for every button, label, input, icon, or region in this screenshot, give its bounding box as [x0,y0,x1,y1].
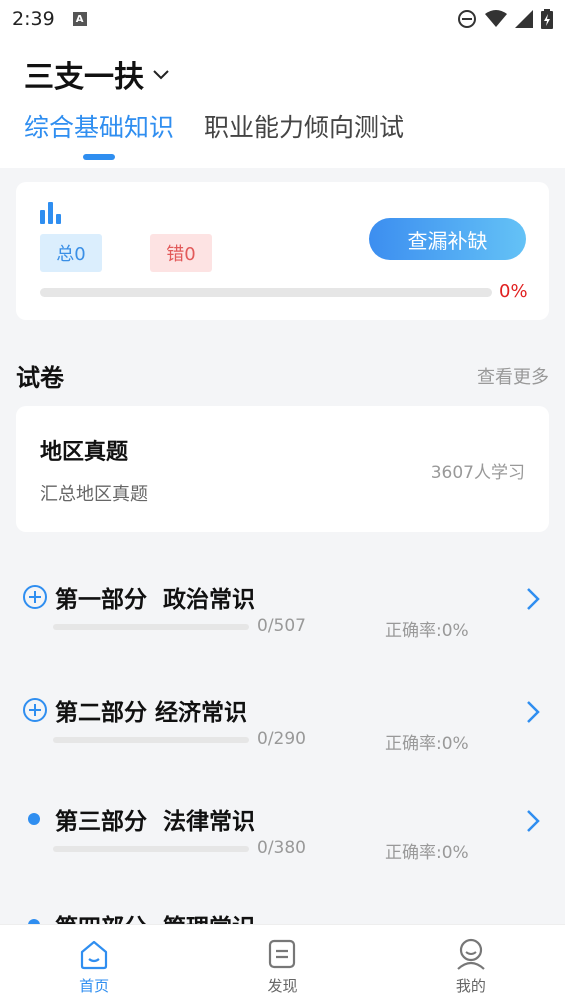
subject-tabs: 综合基础知识 职业能力倾向测试 [24,108,404,144]
part-count: 0/507 [257,616,306,636]
bar-chart-icon [40,202,61,224]
part-progress-bar [53,737,249,743]
nav-profile[interactable]: 我的 [377,925,565,1004]
status-time: 2:39 [12,8,55,30]
chevron-down-icon [153,70,169,80]
active-tab-indicator [83,154,115,160]
part-item[interactable]: 第一部分 政治常识 0/507 正确率:0% [0,584,565,674]
review-gaps-button[interactable]: 查漏补缺 [369,218,526,260]
tab-general-knowledge[interactable]: 综合基础知识 [24,108,174,144]
regional-papers-card[interactable]: 地区真题 汇总地区真题 3607人学习 [16,406,549,532]
part-accuracy: 正确率:0% [385,843,469,863]
exam-selector[interactable]: 三支一扶 [24,52,172,96]
paper-subtitle: 汇总地区真题 [40,484,148,505]
nav-discover[interactable]: 发现 [188,925,376,1004]
battery-icon [541,9,553,29]
paper-title: 地区真题 [40,440,129,465]
part-accuracy: 正确率:0% [385,734,469,754]
expand-plus-icon[interactable] [22,697,48,723]
chevron-right-icon[interactable] [524,699,542,725]
status-icons [457,9,553,29]
part-title: 第一部分 政治常识 [55,587,256,613]
nav-home[interactable]: 首页 [0,925,188,1004]
chevron-right-icon[interactable] [524,586,542,612]
stats-card: 总0 错0 查漏补缺 0% [16,182,549,320]
section-title: 试卷 [16,364,64,392]
total-count-badge: 总0 [40,234,102,272]
signal-icon [515,10,533,28]
nav-label: 发现 [267,977,298,995]
bullet-dot-icon [28,813,40,825]
tab-aptitude-test[interactable]: 职业能力倾向测试 [204,108,404,144]
part-count: 0/380 [257,838,306,858]
part-title: 第二部分 经济常识 [55,700,248,726]
wifi-icon [485,10,507,27]
notification-icon: A [72,12,87,26]
page-title: 三支一扶 [24,60,144,95]
wrong-count-badge: 错0 [150,234,212,272]
papers-section-header: 试卷 查看更多 [16,358,549,393]
bottom-nav: 首页 发现 我的 [0,924,565,1004]
part-title: 第三部分 法律常识 [55,809,256,835]
discover-icon [269,939,296,969]
home-icon [81,940,108,970]
part-item[interactable]: 第二部分 经济常识 0/290 正确率:0% [0,697,565,787]
part-accuracy: 正确率:0% [385,621,469,641]
part-progress-bar [53,846,249,852]
expand-plus-icon[interactable] [22,584,48,610]
part-progress-bar [53,624,249,630]
overall-progress-label: 0% [499,281,528,302]
learner-count: 3607人学习 [430,463,525,483]
dnd-icon [458,10,476,28]
overall-progress-bar [40,288,492,297]
part-count: 0/290 [257,729,306,749]
part-item[interactable]: 第三部分 法律常识 0/380 正确率:0% [0,806,565,896]
view-more-link[interactable]: 查看更多 [477,363,549,389]
nav-label: 我的 [455,977,486,995]
chevron-right-icon[interactable] [524,808,542,834]
status-bar: 2:39 A [0,0,565,38]
header: 三支一扶 综合基础知识 职业能力倾向测试 [0,38,565,168]
nav-label: 首页 [79,977,110,995]
profile-icon [457,938,485,970]
